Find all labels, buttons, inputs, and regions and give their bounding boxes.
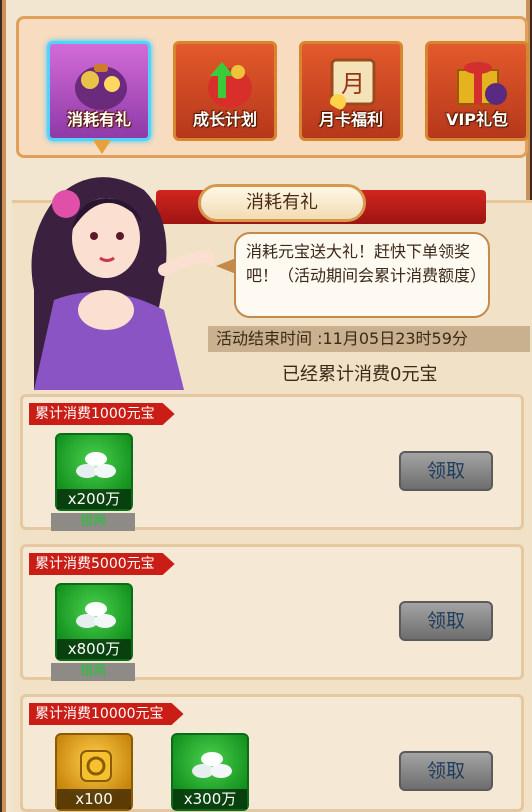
item-name: 银两 (51, 513, 135, 531)
reward-card-10000: 累计消费10000元宝 x100 x300万 领取 (20, 694, 524, 812)
month-card-icon: 月 (330, 58, 376, 110)
tabs-bar: 消耗有礼 成长计划 月 月卡福利 VIP礼包 (16, 16, 529, 158)
tab-label: 成长计划 (192, 110, 257, 129)
claim-button[interactable]: 领取 (399, 751, 493, 791)
reward-threshold-tag: 累计消费5000元宝 (29, 553, 175, 575)
reward-threshold-tag: 累计消费1000元宝 (29, 403, 175, 425)
tab-label: 消耗有礼 (66, 110, 131, 129)
page-title: 消耗有礼 (198, 184, 366, 222)
speech-tail (216, 258, 236, 274)
reward-item-gold[interactable]: x100 (55, 733, 133, 811)
window-frame: 消耗有礼 成长计划 月 月卡福利 VIP礼包 消耗有礼 消耗元宝送大礼！赶快下单… (2, 0, 532, 812)
item-quantity: x200万 (57, 489, 131, 509)
tab-label: VIP礼包 (445, 110, 509, 129)
reward-card-1000: 累计消费1000元宝 x200万 银两 领取 (20, 394, 524, 531)
growth-icon (208, 62, 252, 108)
silver-ingot-icon (192, 752, 232, 778)
reward-item-silver[interactable]: x800万 (55, 583, 133, 661)
active-tab-pointer (93, 140, 111, 154)
event-end-time: 活动结束时间 :11月05日23时59分 (208, 326, 530, 352)
item-quantity: x100 (57, 789, 131, 809)
vip-gift-icon (457, 62, 507, 105)
tab-vip-gift[interactable]: VIP礼包 (425, 41, 529, 141)
item-quantity: x800万 (57, 639, 131, 659)
silver-ingot-icon (76, 602, 116, 628)
silver-ingot-icon (76, 452, 116, 478)
character-portrait (31, 177, 214, 390)
reward-item-silver[interactable]: x300万 (171, 733, 249, 811)
svg-text:月: 月 (341, 70, 365, 98)
item-quantity: x300万 (173, 789, 247, 809)
gold-token-icon (80, 750, 112, 782)
reward-item-silver[interactable]: x200万 (55, 433, 133, 511)
tab-consume-gift[interactable]: 消耗有礼 (47, 41, 151, 141)
tab-month-card[interactable]: 月 月卡福利 (299, 41, 403, 141)
claim-button[interactable]: 领取 (399, 451, 493, 491)
reward-threshold-tag: 累计消费10000元宝 (29, 703, 184, 725)
speech-bubble: 消耗元宝送大礼！赶快下单领奖吧！（活动期间会累计消费额度） (234, 232, 490, 318)
item-name: 银两 (51, 663, 135, 681)
total-spent: 已经累计消费0元宝 (282, 364, 438, 385)
tab-label: 月卡福利 (318, 110, 383, 129)
bag-icon (75, 64, 127, 110)
claim-button[interactable]: 领取 (399, 601, 493, 641)
reward-card-5000: 累计消费5000元宝 x800万 银两 领取 (20, 544, 524, 681)
tab-growth-plan[interactable]: 成长计划 (173, 41, 277, 141)
